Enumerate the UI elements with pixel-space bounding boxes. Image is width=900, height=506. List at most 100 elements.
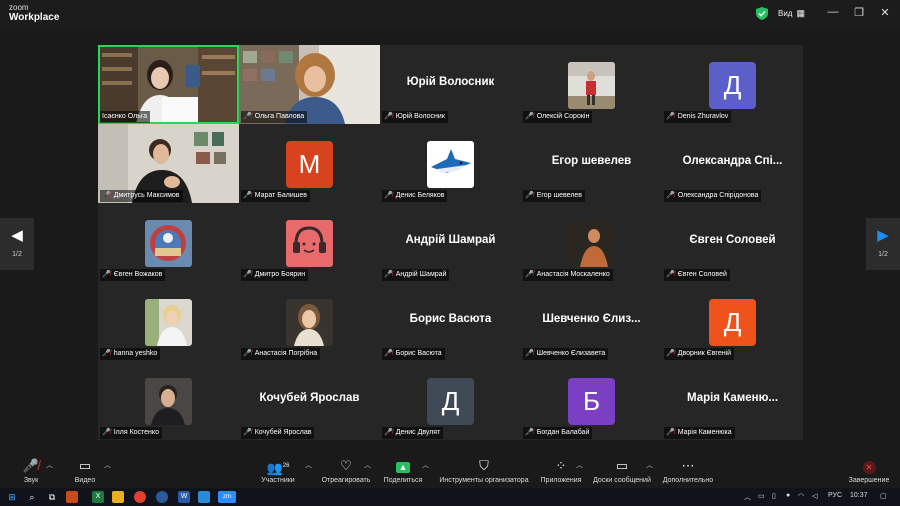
participant-tile[interactable]: 🎤̸ Денис Беляков bbox=[380, 124, 521, 203]
participant-tile[interactable]: Б 🎤̸ Богдан Балабай bbox=[521, 361, 662, 440]
next-page-button[interactable]: ▶ 1/2 bbox=[866, 218, 900, 270]
video-options-caret[interactable]: ︿ bbox=[104, 460, 111, 470]
muted-mic-icon: 🎤̸ bbox=[243, 271, 252, 278]
participant-name-label: 🎤̸ Дмитро Боярин bbox=[241, 269, 309, 281]
participant-tile[interactable]: Д 🎤̸ Денис Двулят bbox=[380, 361, 521, 440]
zoom-taskbar-icon[interactable]: zm bbox=[218, 491, 236, 503]
participant-tile[interactable]: Ісаєнко Ольга bbox=[98, 45, 239, 124]
volume-icon[interactable]: ◁ bbox=[812, 492, 817, 500]
participant-tile[interactable]: Борис Васюта 🎤̸ Борис Васюта bbox=[380, 282, 521, 361]
audio-label: Звук bbox=[23, 477, 39, 484]
more-button[interactable]: ⋯ Дополнительно bbox=[660, 457, 716, 484]
language-indicator[interactable]: РУС bbox=[828, 492, 842, 499]
host-tools-button[interactable]: ⛉ Инструменты организатора bbox=[436, 457, 532, 484]
participant-tile[interactable]: Д 🎤̸ Denis Zhuravlov bbox=[662, 45, 803, 124]
share-button[interactable]: ▲ Поделиться bbox=[380, 457, 426, 484]
chrome-icon[interactable] bbox=[134, 491, 146, 503]
participant-name-label: 🎤̸ Ольга Павлова bbox=[241, 111, 308, 123]
participant-tile[interactable]: Шевченко Єлиз... 🎤̸ Шевченко Єлизавета bbox=[521, 282, 662, 361]
zoom-logo: zoom Workplace bbox=[9, 4, 59, 23]
name-text: Олексій Сорокін bbox=[536, 113, 590, 120]
view-button[interactable]: Вид ▦ bbox=[778, 8, 805, 19]
name-text: Ольга Павлова bbox=[254, 113, 305, 120]
name-text: Анастасія Москаленко bbox=[536, 271, 610, 278]
initial-avatar: Д bbox=[709, 62, 756, 109]
participants-options-caret[interactable]: ︿ bbox=[305, 460, 312, 470]
network-icon[interactable]: ▭ bbox=[758, 492, 765, 500]
profile-photo bbox=[145, 378, 192, 425]
participant-name-label: 🎤̸ Егор шевелев bbox=[523, 190, 586, 202]
participant-tile[interactable]: Андрій Шамрай 🎤̸ Андрій Шамрай bbox=[380, 203, 521, 282]
participant-display-name: Борис Васюта bbox=[409, 313, 492, 325]
react-options-caret[interactable]: ︿ bbox=[364, 460, 371, 470]
participant-display-name: Егор шевелев bbox=[551, 155, 632, 167]
share-options-caret[interactable]: ︿ bbox=[422, 460, 429, 470]
clock[interactable]: 10:37 bbox=[850, 492, 868, 499]
notifications-icon[interactable]: ▢ bbox=[880, 492, 887, 500]
participant-tile[interactable]: 🎤̸ Ілля Костенко bbox=[98, 361, 239, 440]
participant-tile[interactable]: Олександра Спі... 🎤̸ Олександра Спірідоно… bbox=[662, 124, 803, 203]
participant-name-label: 🎤̸ Юрій Волосник bbox=[382, 111, 448, 123]
participant-display-name: Андрій Шамрай bbox=[405, 234, 496, 246]
participants-count: 26 bbox=[282, 463, 290, 469]
participant-tile[interactable]: Марія Каменю... 🎤̸ Марія Каменюка bbox=[662, 361, 803, 440]
participant-tile[interactable]: 🎤̸ Анастасія Погрібна bbox=[239, 282, 380, 361]
search-icon[interactable]: ⌕ bbox=[26, 491, 38, 503]
app-icon[interactable] bbox=[156, 491, 168, 503]
security-shield-icon[interactable] bbox=[756, 7, 768, 20]
participant-name-label: 🎤̸ Анастасія Погрібна bbox=[241, 348, 321, 360]
wifi-icon[interactable]: ◠ bbox=[798, 492, 804, 500]
participant-tile[interactable]: 🎤̸ Олексій Сорокін bbox=[521, 45, 662, 124]
participant-tile[interactable]: 🎤̸ hanna yeshko bbox=[98, 282, 239, 361]
participant-tile[interactable]: 🎤̸ Анастасія Москаленко bbox=[521, 203, 662, 282]
close-window-button[interactable]: ✕ bbox=[878, 6, 892, 19]
participant-name-label: 🎤̸ Марат Балишев bbox=[241, 190, 311, 202]
whiteboards-options-caret[interactable]: ︿ bbox=[646, 460, 653, 470]
page-indicator-right: 1/2 bbox=[878, 251, 888, 258]
participants-button[interactable]: 👥26 Участники bbox=[258, 457, 298, 484]
excel-icon[interactable]: X bbox=[92, 491, 104, 503]
task-view-icon[interactable]: ⧉ bbox=[46, 491, 58, 503]
tray-chevron-icon[interactable]: ︿ bbox=[744, 492, 751, 502]
participants-label: Участники bbox=[261, 477, 295, 484]
minimize-button[interactable]: — bbox=[826, 6, 840, 18]
app-icon[interactable] bbox=[66, 491, 78, 503]
video-button[interactable]: ▭ Видео bbox=[70, 457, 100, 484]
participant-tile[interactable]: 🎤̸ Дмитро Боярин bbox=[239, 203, 380, 282]
participant-tile[interactable]: 🎤̸ Дмитрусь Максимов bbox=[98, 124, 239, 203]
participant-tile[interactable]: Кочубей Ярослав 🎤̸ Кочубей Ярослав bbox=[239, 361, 380, 440]
participant-name-label: 🎤̸ Богдан Балабай bbox=[523, 427, 593, 439]
meeting-toolbar: 🎤̸ Звук ︿ ▭ Видео ︿ 👥26 Участники ︿ ♡ От… bbox=[0, 452, 900, 488]
restore-button[interactable]: ❐ bbox=[852, 6, 866, 19]
name-text: Дмитрусь Максимов bbox=[113, 192, 180, 199]
windows-start-icon[interactable]: ⊞ bbox=[6, 491, 18, 503]
participant-display-name: Марія Каменю... bbox=[686, 392, 779, 404]
name-text: Юрій Волосник bbox=[395, 113, 445, 120]
security-app-icon[interactable] bbox=[198, 491, 210, 503]
profile-photo bbox=[145, 299, 192, 346]
end-meeting-button[interactable]: ✕ Завершение bbox=[846, 457, 892, 484]
participant-name-label: 🎤̸ Олександра Спірідонова bbox=[664, 190, 762, 202]
whiteboards-button[interactable]: ▭ Доски сообщений bbox=[590, 457, 654, 484]
participant-tile[interactable]: Євген Соловей 🎤̸ Євген Соловей bbox=[662, 203, 803, 282]
mic-tray-icon[interactable]: ● bbox=[786, 492, 790, 499]
audio-options-caret[interactable]: ︿ bbox=[46, 460, 53, 470]
name-text: Борис Васюта bbox=[395, 350, 442, 357]
word-icon[interactable]: W bbox=[178, 491, 190, 503]
participant-name-label: 🎤̸ Марія Каменюка bbox=[664, 427, 735, 439]
audio-button[interactable]: 🎤̸ Звук bbox=[16, 457, 46, 484]
profile-photo bbox=[427, 141, 474, 188]
muted-mic-icon: 🎤̸ bbox=[525, 271, 534, 278]
participant-tile[interactable]: Д 🎤̸ Дворник Євгеній bbox=[662, 282, 803, 361]
apps-options-caret[interactable]: ︿ bbox=[576, 460, 583, 470]
chevron-left-icon: ◀ bbox=[11, 227, 23, 244]
battery-icon[interactable]: ▯ bbox=[772, 492, 776, 500]
participant-tile[interactable]: M 🎤̸ Марат Балишев bbox=[239, 124, 380, 203]
participant-tile[interactable]: 🎤̸ Ольга Павлова bbox=[239, 45, 380, 124]
participant-tile[interactable]: Егор шевелев 🎤̸ Егор шевелев bbox=[521, 124, 662, 203]
profile-photo bbox=[145, 220, 192, 267]
participant-tile[interactable]: Юрій Волосник 🎤̸ Юрій Волосник bbox=[380, 45, 521, 124]
participant-tile[interactable]: 🎤̸ Євген Вожаков bbox=[98, 203, 239, 282]
prev-page-button[interactable]: ◀ 1/2 bbox=[0, 218, 34, 270]
file-explorer-icon[interactable] bbox=[112, 491, 124, 503]
